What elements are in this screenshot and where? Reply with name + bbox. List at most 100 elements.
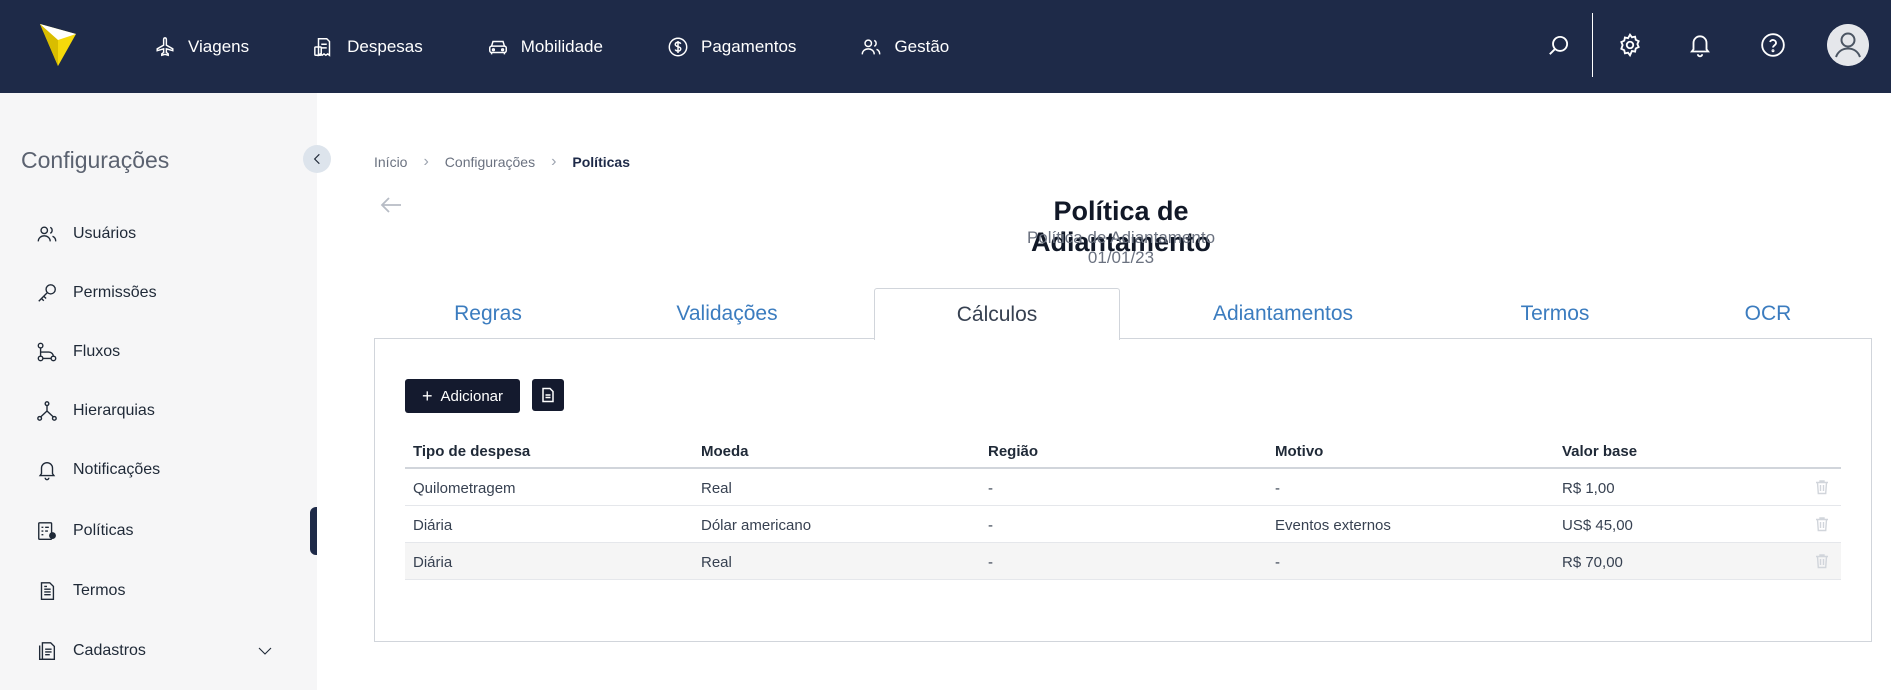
airplane-icon <box>156 36 174 56</box>
policy-icon <box>38 522 56 540</box>
bell-icon <box>38 462 56 481</box>
table-row[interactable]: Quilometragem Real - - R$ 1,00 <box>405 469 1841 506</box>
notifications-button[interactable] <box>1687 32 1713 58</box>
table-row[interactable]: Diária Real - - R$ 70,00 <box>405 543 1841 580</box>
gear-icon <box>1620 33 1640 58</box>
delete-row-button[interactable] <box>1815 479 1829 495</box>
user-avatar-icon <box>1827 24 1869 66</box>
trash-icon <box>1816 517 1828 532</box>
breadcrumb-chevron-icon: › <box>423 153 429 170</box>
export-document-button[interactable] <box>532 379 564 411</box>
cell-motivo: Eventos externos <box>1275 517 1391 534</box>
sidebar-collapse-button[interactable] <box>303 145 331 173</box>
nav-item-label: Viagens <box>188 36 250 56</box>
sidebar-item-label: Cadastros <box>73 642 146 659</box>
nav-item-mobilidade[interactable]: Mobilidade <box>487 36 603 58</box>
register-icon <box>38 642 56 660</box>
dollar-coin-icon <box>668 37 688 56</box>
tab-regras[interactable]: Regras <box>374 288 602 339</box>
nav-item-despesas[interactable]: Despesas <box>313 36 423 58</box>
breadcrumb: Início › Configurações › Políticas <box>374 153 630 171</box>
calculations-table: Tipo de despesa Moeda Região Motivo Valo… <box>405 435 1841 580</box>
cell-regiao: - <box>988 480 993 497</box>
users-icon <box>37 226 57 242</box>
settings-sidebar: Configurações Usuários Permissões Fluxos… <box>0 93 317 690</box>
document-icon <box>40 582 55 600</box>
column-header-motivo[interactable]: Motivo <box>1275 443 1323 460</box>
table-header: Tipo de despesa Moeda Região Motivo Valo… <box>405 435 1841 469</box>
sidebar-item-label: Fluxos <box>73 343 121 360</box>
page-subtitle: Política de Adiantamento <box>1026 228 1216 247</box>
add-button[interactable]: + Adicionar <box>405 379 520 413</box>
nav-item-label: Gestão <box>894 36 950 56</box>
active-item-indicator <box>310 507 317 555</box>
chevron-left-icon <box>313 153 320 165</box>
sidebar-item-label: Hierarquias <box>73 402 155 419</box>
breadcrumb-chevron-icon: › <box>551 153 557 170</box>
cell-regiao: - <box>988 554 993 571</box>
bell-icon <box>1690 35 1710 58</box>
nav-item-viagens[interactable]: Viagens <box>154 36 249 58</box>
hierarchy-icon <box>37 401 57 421</box>
tab-termos[interactable]: Termos <box>1446 288 1664 339</box>
sidebar-item-fluxos[interactable]: Fluxos <box>36 337 276 367</box>
flow-icon <box>37 342 57 362</box>
breadcrumb-politicas: Políticas <box>572 154 630 170</box>
delete-row-button[interactable] <box>1815 516 1829 532</box>
cell-valor: US$ 45,00 <box>1562 517 1633 534</box>
breadcrumb-inicio[interactable]: Início <box>374 154 407 170</box>
cell-moeda: Dólar americano <box>701 517 812 534</box>
nav-item-label: Pagamentos <box>700 36 797 56</box>
column-header-regiao[interactable]: Região <box>988 443 1038 460</box>
company-logo[interactable] <box>38 20 78 70</box>
policy-tabs: Regras Validações Cálculos Adiantamentos… <box>374 288 1872 340</box>
sidebar-item-label: Permissões <box>73 284 157 301</box>
column-header-moeda[interactable]: Moeda <box>701 443 749 460</box>
sidebar-item-cadastros[interactable]: Cadastros <box>36 636 276 666</box>
tab-validacoes[interactable]: Validações <box>602 288 852 339</box>
users-icon <box>861 38 881 54</box>
sidebar-item-label: Termos <box>73 582 126 599</box>
cell-moeda: Real <box>701 480 732 497</box>
cell-valor: R$ 70,00 <box>1562 554 1623 571</box>
search-icon <box>1549 35 1569 55</box>
cell-motivo: - <box>1275 554 1280 571</box>
trash-icon <box>1816 480 1828 495</box>
column-header-tipo[interactable]: Tipo de despesa <box>413 443 530 460</box>
help-button[interactable] <box>1760 32 1786 58</box>
key-icon <box>38 284 56 302</box>
car-icon <box>488 40 507 54</box>
main-nav: Viagens Despesas Mobilidade Pagamentos G… <box>154 0 1013 93</box>
nav-item-gestao[interactable]: Gestão <box>860 36 949 58</box>
search-button[interactable] <box>1546 32 1572 58</box>
cell-tipo: Diária <box>413 517 453 534</box>
nav-item-pagamentos[interactable]: Pagamentos <box>667 36 796 58</box>
cell-valor: R$ 1,00 <box>1562 480 1615 497</box>
plus-icon: + <box>421 385 433 406</box>
column-header-valor[interactable]: Valor base <box>1562 443 1637 460</box>
breadcrumb-configuracoes[interactable]: Configurações <box>445 154 535 170</box>
delete-row-button[interactable] <box>1815 553 1829 569</box>
add-button-label: Adicionar <box>440 387 504 405</box>
sidebar-item-politicas[interactable]: Políticas <box>36 516 276 546</box>
arrow-left-icon <box>380 197 401 213</box>
nav-item-label: Mobilidade <box>520 36 603 56</box>
back-button[interactable] <box>380 196 402 214</box>
tab-ocr[interactable]: OCR <box>1664 288 1872 339</box>
user-avatar[interactable] <box>1827 24 1869 66</box>
sidebar-item-usuarios[interactable]: Usuários <box>36 219 276 249</box>
sidebar-item-label: Usuários <box>73 225 137 242</box>
tab-calculos[interactable]: Cálculos <box>874 288 1120 340</box>
settings-button[interactable] <box>1617 32 1643 58</box>
cell-regiao: - <box>988 517 993 534</box>
page-date: 01/01/23 <box>1087 248 1155 267</box>
tab-adiantamentos[interactable]: Adiantamentos <box>1120 288 1446 339</box>
sidebar-item-notificacoes[interactable]: Notificações <box>36 455 276 485</box>
sidebar-item-hierarquias[interactable]: Hierarquias <box>36 396 276 426</box>
receipt-icon <box>314 37 331 57</box>
sidebar-item-permissoes[interactable]: Permissões <box>36 278 276 308</box>
sidebar-item-termos[interactable]: Termos <box>36 576 276 606</box>
table-row[interactable]: Diária Dólar americano - Eventos externo… <box>405 506 1841 543</box>
sidebar-title: Configurações <box>21 147 170 173</box>
chevron-down-icon[interactable] <box>256 642 274 660</box>
